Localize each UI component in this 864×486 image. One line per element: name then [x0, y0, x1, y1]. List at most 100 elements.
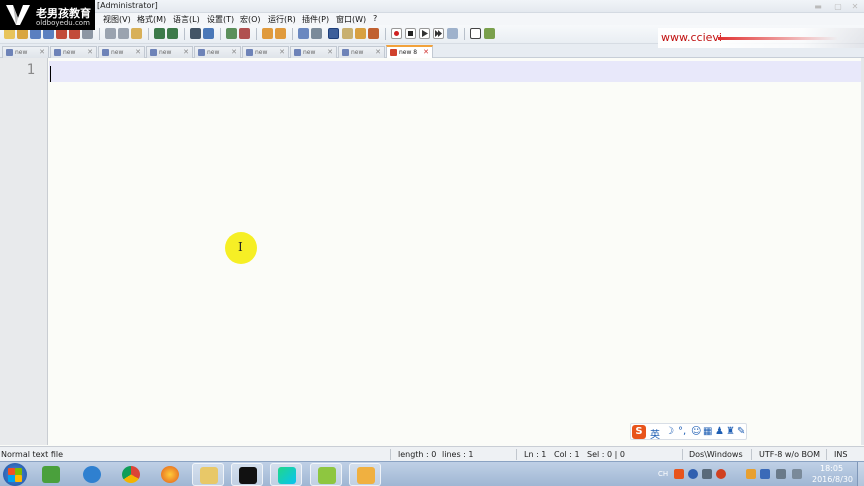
menu-help[interactable]: ?	[373, 14, 377, 23]
undo-icon[interactable]	[154, 28, 165, 39]
tab-new-4[interactable]: new ✕	[146, 46, 193, 58]
taskbar-cmd[interactable]	[231, 463, 263, 486]
network-icon[interactable]	[760, 469, 770, 479]
paste-icon[interactable]	[131, 28, 142, 39]
tab-new-6[interactable]: new ✕	[242, 46, 289, 58]
tools-icon[interactable]: ✎	[737, 426, 745, 437]
sync-vertical-icon[interactable]	[262, 28, 273, 39]
shield-icon[interactable]	[746, 469, 756, 479]
tab-new-1[interactable]: new ✕	[2, 46, 49, 58]
line-number: 1	[26, 62, 35, 78]
copy-icon[interactable]	[118, 28, 129, 39]
menu-window[interactable]: 窗口(W)	[336, 14, 366, 25]
text-editor[interactable]	[49, 58, 861, 445]
spell-check-icon[interactable]	[470, 28, 481, 39]
file-icon	[294, 49, 301, 56]
sogou-tray-icon[interactable]	[674, 469, 684, 479]
minimize-button[interactable]: ▬	[808, 0, 828, 13]
close-tab-icon[interactable]: ✕	[423, 48, 429, 56]
play-macro-icon[interactable]	[419, 28, 430, 39]
menu-macro[interactable]: 宏(O)	[240, 14, 261, 25]
ime-toolbar[interactable]: S 英 ☽ °, ☺ ▦ ♟ ♜ ✎	[630, 423, 747, 441]
taskbar-explorer[interactable]	[192, 463, 224, 486]
menu-language[interactable]: 语言(L)	[173, 14, 200, 25]
redo-icon[interactable]	[167, 28, 178, 39]
clock-time[interactable]: 18:05	[820, 464, 843, 473]
tab-new-7[interactable]: new ✕	[290, 46, 337, 58]
tab-new-8[interactable]: new ✕	[338, 46, 385, 58]
replace-icon[interactable]	[203, 28, 214, 39]
sync-horizontal-icon[interactable]	[275, 28, 286, 39]
pycharm-icon	[278, 467, 296, 484]
indent-guide-icon[interactable]	[328, 28, 339, 39]
taskbar-chrome[interactable]	[115, 463, 147, 486]
tab-new-5[interactable]: new ✕	[194, 46, 241, 58]
punctuation-icon[interactable]: °,	[678, 426, 686, 437]
find-icon[interactable]	[190, 28, 201, 39]
tab-new-3[interactable]: new ✕	[98, 46, 145, 58]
close-tab-icon[interactable]: ✕	[375, 48, 381, 56]
user-icon[interactable]: ♟	[715, 426, 724, 437]
watermark-text: www.ccievi	[661, 31, 722, 44]
tab-new-active[interactable]: new 8 ✕	[386, 45, 433, 58]
menu-view[interactable]: 视图(V)	[103, 14, 131, 25]
taskbar-pycharm[interactable]	[270, 463, 302, 486]
file-icon	[6, 49, 13, 56]
show-all-chars-icon[interactable]	[311, 28, 322, 39]
volume-icon[interactable]	[792, 469, 802, 479]
language-indicator[interactable]: CH	[658, 469, 668, 479]
clock-date[interactable]: 2016/8/30	[812, 475, 853, 484]
menu-format[interactable]: 格式(M)	[137, 14, 166, 25]
close-tab-icon[interactable]: ✕	[327, 48, 333, 56]
taskbar-notepadpp[interactable]	[310, 463, 342, 486]
close-tab-icon[interactable]: ✕	[87, 48, 93, 56]
show-desktop-button[interactable]	[857, 462, 864, 486]
close-tab-icon[interactable]: ✕	[231, 48, 237, 56]
logo-url: oldboyedu.com	[36, 19, 90, 27]
word-wrap-icon[interactable]	[298, 28, 309, 39]
folder-workspace-icon[interactable]	[368, 28, 379, 39]
close-button[interactable]: ✕	[845, 0, 864, 13]
help-icon[interactable]	[688, 469, 698, 479]
close-tab-icon[interactable]: ✕	[135, 48, 141, 56]
moon-icon[interactable]: ☽	[665, 426, 674, 437]
ime-language-toggle[interactable]: 英	[650, 426, 660, 441]
save-macro-icon[interactable]	[447, 28, 458, 39]
status-sel: Sel : 0 | 0	[587, 450, 625, 459]
sogou-logo-icon[interactable]: S	[632, 425, 646, 439]
close-tab-icon[interactable]: ✕	[39, 48, 45, 56]
keyboard-icon[interactable]: ▦	[703, 426, 712, 437]
status-insert-mode[interactable]: INS	[834, 450, 847, 459]
file-icon	[54, 49, 61, 56]
taskbar-app-1[interactable]	[35, 463, 67, 486]
stop-macro-icon[interactable]	[405, 28, 416, 39]
status-eol[interactable]: Dos\Windows	[689, 450, 743, 459]
title-bar: [Administrator] ▬ ▢ ✕	[0, 0, 864, 13]
skin-icon[interactable]: ♜	[726, 426, 735, 437]
settings-icon[interactable]	[702, 469, 712, 479]
plugin-icon[interactable]	[484, 28, 495, 39]
status-bar: Normal text file length : 0 lines : 1 Ln…	[0, 446, 864, 461]
emoji-icon[interactable]: ☺	[691, 426, 701, 437]
doc-map-icon[interactable]	[342, 28, 353, 39]
taskbar-ie[interactable]	[76, 463, 108, 486]
zoom-in-icon[interactable]	[226, 28, 237, 39]
tab-new-2[interactable]: new ✕	[50, 46, 97, 58]
taskbar-app-qq[interactable]	[349, 463, 381, 486]
status-lines: lines : 1	[442, 450, 474, 459]
flag-icon[interactable]	[776, 469, 786, 479]
status-encoding[interactable]: UTF-8 w/o BOM	[759, 450, 820, 459]
menu-run[interactable]: 运行(R)	[268, 14, 296, 25]
start-button[interactable]	[3, 463, 27, 486]
function-list-icon[interactable]	[355, 28, 366, 39]
menu-plugins[interactable]: 插件(P)	[302, 14, 329, 25]
zoom-out-icon[interactable]	[239, 28, 250, 39]
record-icon[interactable]	[716, 469, 726, 479]
cut-icon[interactable]	[105, 28, 116, 39]
record-macro-icon[interactable]	[391, 28, 402, 39]
close-tab-icon[interactable]: ✕	[279, 48, 285, 56]
run-macro-multiple-icon[interactable]	[433, 28, 444, 39]
close-tab-icon[interactable]: ✕	[183, 48, 189, 56]
taskbar-firefox[interactable]	[154, 463, 186, 486]
menu-settings[interactable]: 设置(T)	[207, 14, 234, 25]
